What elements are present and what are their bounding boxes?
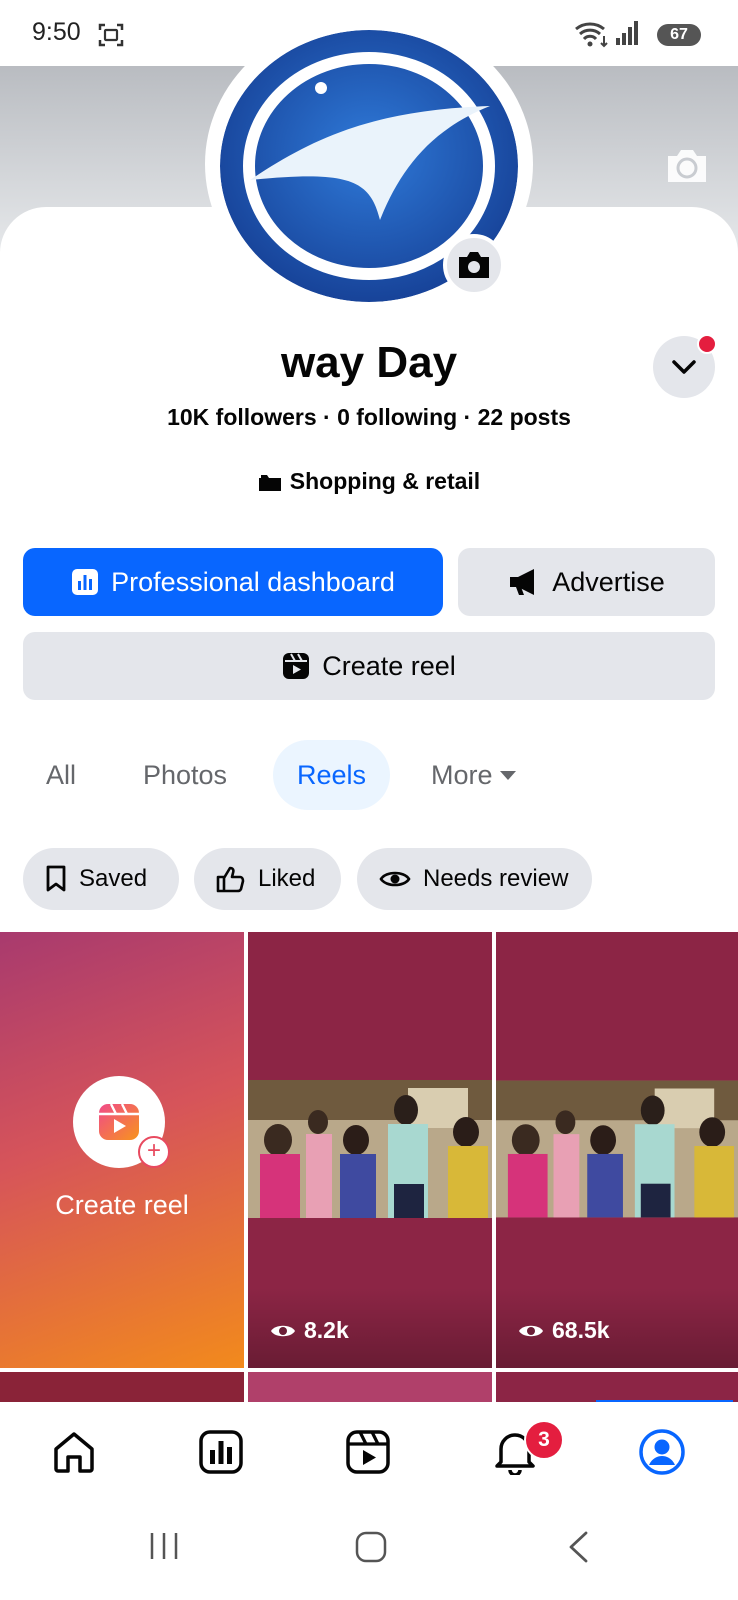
- status-time: 9:50: [32, 18, 81, 46]
- saved-label: Saved: [79, 865, 148, 892]
- dashboard-icon: [198, 1430, 243, 1474]
- content-tabs: All Photos Reels More: [0, 740, 738, 810]
- chevron-down-icon: [672, 360, 696, 374]
- camera-icon: [459, 252, 489, 278]
- notification-dot: [697, 334, 717, 354]
- needs-review-label: Needs review: [423, 865, 569, 892]
- avatar-camera-button[interactable]: [443, 234, 505, 296]
- plus-icon: +: [138, 1136, 170, 1168]
- nav-home[interactable]: [0, 1402, 147, 1502]
- megaphone-icon: [510, 569, 535, 595]
- tab-reels[interactable]: Reels: [273, 740, 391, 810]
- reel-thumbnail[interactable]: 68.5k: [496, 932, 738, 1368]
- tab-more[interactable]: More: [431, 740, 517, 810]
- nav-profile[interactable]: [588, 1402, 735, 1502]
- reel-video-frame: [248, 1080, 492, 1218]
- create-reel-label: Create reel: [322, 650, 456, 681]
- bookmark-icon: [46, 865, 66, 892]
- reel-views-count: 8.2k: [304, 1317, 349, 1343]
- reel-add-icon: [99, 1103, 139, 1140]
- reel-thumbnail-partial[interactable]: [248, 1372, 492, 1402]
- views-eye-icon: [271, 1325, 295, 1336]
- nav-notifications[interactable]: [441, 1402, 588, 1502]
- screenshot-icon: [98, 23, 124, 47]
- tab-photos[interactable]: Photos: [143, 740, 227, 810]
- system-nav-bar: [0, 1502, 738, 1600]
- eye-icon: [379, 871, 411, 887]
- reel-thumbnail-partial[interactable]: [496, 1372, 738, 1402]
- create-reel-tile[interactable]: + Create reel: [0, 932, 244, 1368]
- caret-down-icon: [499, 771, 516, 780]
- dashboard-icon: [72, 569, 99, 595]
- professional-dashboard-label: Professional dashboard: [111, 566, 395, 597]
- liked-filter-chip[interactable]: Liked: [194, 848, 341, 910]
- needs-review-filter-chip[interactable]: Needs review: [357, 848, 592, 910]
- reel-views: 8.2k: [270, 1317, 349, 1344]
- profile-icon: [638, 1429, 685, 1475]
- reel-icon: [283, 653, 310, 679]
- wifi-icon: [575, 22, 608, 48]
- reel-thumbnail-partial[interactable]: [0, 1372, 244, 1402]
- reels-icon: [345, 1430, 390, 1474]
- profile-stats[interactable]: 10K followers · 0 following · 22 posts: [0, 404, 738, 431]
- category-icon: [258, 474, 281, 491]
- signal-icon: [616, 21, 638, 45]
- reel-views: 68.5k: [518, 1317, 610, 1344]
- notification-count-badge: 3: [524, 1420, 564, 1460]
- bottom-nav: [0, 1402, 738, 1502]
- professional-dashboard-button[interactable]: Professional dashboard: [23, 548, 443, 616]
- nav-reels[interactable]: [294, 1402, 441, 1502]
- liked-label: Liked: [258, 865, 316, 892]
- views-eye-icon: [519, 1325, 543, 1336]
- advertise-label: Advertise: [552, 566, 665, 597]
- battery-indicator: 67: [657, 24, 701, 46]
- tab-more-label: More: [431, 760, 493, 790]
- saved-filter-chip[interactable]: Saved: [23, 848, 179, 910]
- cover-camera-icon[interactable]: [664, 146, 710, 186]
- category-label: Shopping & retail: [289, 468, 481, 494]
- home-button-icon[interactable]: [354, 1530, 388, 1564]
- recent-apps-icon[interactable]: [148, 1530, 180, 1562]
- page-name: way Day: [280, 338, 458, 387]
- create-reel-tile-label: Create reel: [55, 1190, 189, 1220]
- advertise-button[interactable]: Advertise: [458, 548, 715, 616]
- reel-thumbnail[interactable]: 8.2k: [248, 932, 492, 1368]
- create-reel-button[interactable]: Create reel: [23, 632, 715, 700]
- nav-dashboard[interactable]: [147, 1402, 294, 1502]
- reel-views-count: 68.5k: [552, 1317, 610, 1343]
- page-category: Shopping & retail: [0, 468, 738, 495]
- back-icon[interactable]: [566, 1530, 590, 1564]
- tab-all[interactable]: All: [46, 740, 76, 810]
- home-icon: [53, 1432, 94, 1473]
- thumbs-up-icon: [216, 866, 245, 893]
- reel-video-frame: [496, 1080, 738, 1218]
